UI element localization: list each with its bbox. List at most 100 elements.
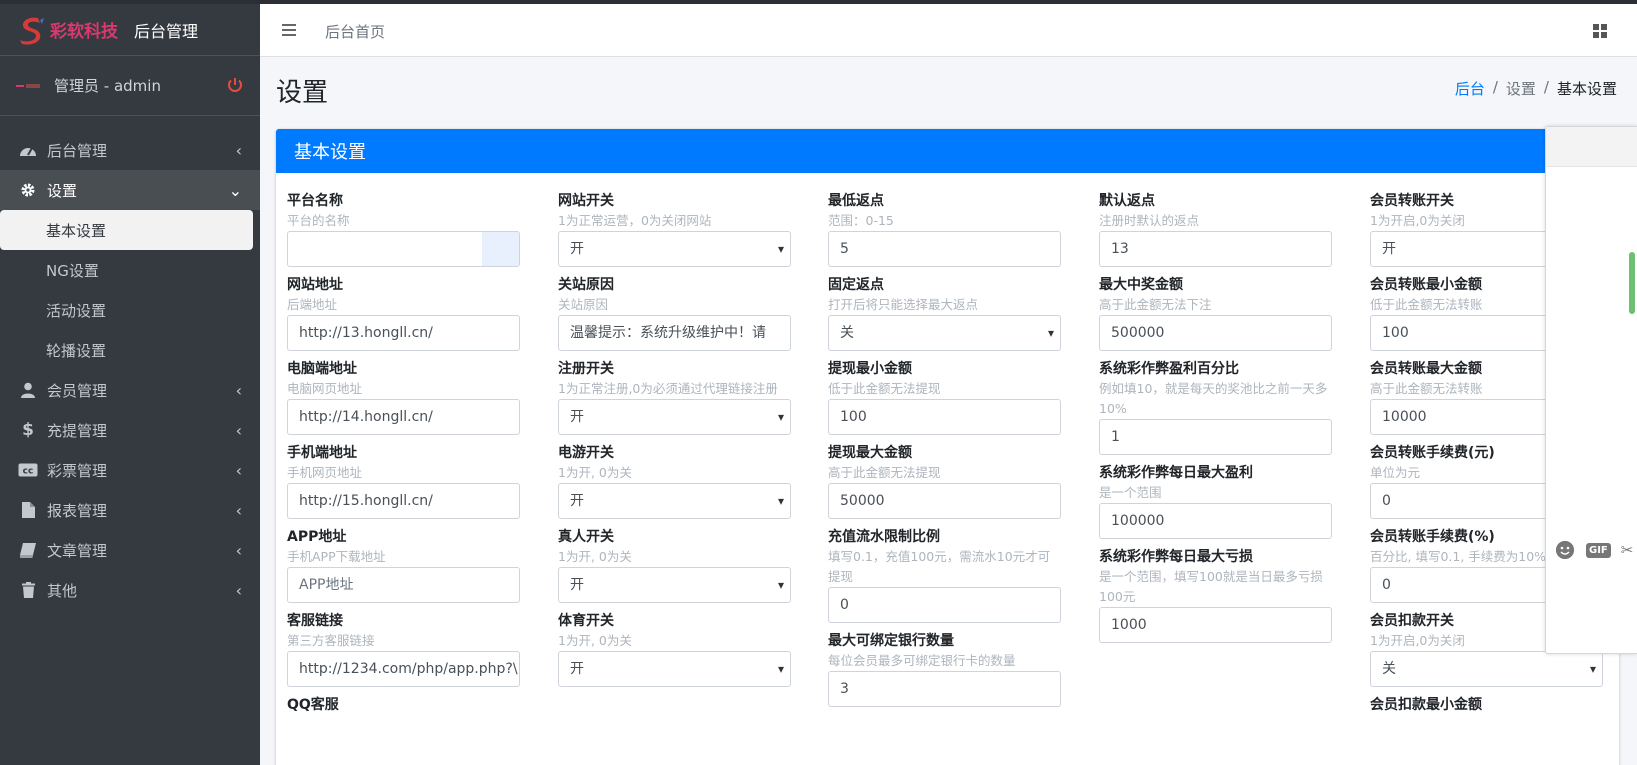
sidebar-item-lottery[interactable]: cc 彩票管理 ‹: [0, 450, 260, 490]
gif-icon[interactable]: GIF: [1586, 542, 1611, 558]
scissors-icon[interactable]: ✂: [1621, 541, 1634, 559]
field-help-text: 后端地址: [287, 297, 338, 312]
field-help-text: 低于此金额无法提现: [828, 381, 941, 396]
sidebar-item-label: 报表管理: [47, 501, 108, 520]
menu-toggle-icon[interactable]: [282, 24, 296, 36]
field-label: 充值流水限制比例: [828, 529, 940, 545]
form-group: 关站原因 关站原因 温馨提示：系统升级维护中！请: [558, 275, 791, 351]
field-label: 最低返点: [828, 193, 884, 209]
select-field[interactable]: 开: [558, 231, 791, 267]
field-help-text: 手机网页地址: [287, 465, 363, 480]
text-field[interactable]: 0: [828, 587, 1061, 623]
text-field[interactable]: 500000: [1099, 315, 1332, 351]
field-label: 会员扣款最小金额: [1370, 697, 1482, 713]
field-label: APP地址: [287, 529, 347, 545]
power-icon[interactable]: [226, 76, 244, 94]
field-help-text: 高于此金额无法下注: [1099, 297, 1212, 312]
text-field[interactable]: 5: [828, 231, 1061, 267]
field-help-text: 1为开, 0为关: [558, 633, 632, 648]
field-label: 平台名称: [287, 193, 343, 209]
breadcrumb-separator: /: [1543, 78, 1549, 96]
text-field[interactable]: 温馨提示：系统升级维护中！请: [558, 315, 791, 351]
breadcrumb-settings[interactable]: 设置: [1506, 78, 1536, 99]
text-field[interactable]: 50000: [828, 483, 1061, 519]
text-field[interactable]: 13: [1099, 231, 1332, 267]
top-navbar: 后台首页: [260, 4, 1637, 57]
form-group: 固定返点 打开后将只能选择最大返点关: [828, 275, 1061, 351]
form-group: 体育开关 1为开, 0为关开: [558, 611, 791, 687]
brand-name: 彩软科技: [50, 22, 118, 42]
form-group: 提现最小金额低于此金额无法提现 100: [828, 359, 1061, 435]
sidebar-item-dashboard[interactable]: 后台管理 ‹: [0, 130, 260, 170]
form-group: 电游开关 1为开, 0为关开: [558, 443, 791, 519]
text-field[interactable]: APP地址: [287, 567, 520, 603]
grid-icon[interactable]: [1593, 24, 1607, 38]
emoji-icon[interactable]: [1556, 541, 1574, 559]
form-group: 网站开关 1为正常运营，0为关闭网站开: [558, 191, 791, 267]
scrollbar[interactable]: [1629, 252, 1635, 314]
form-column: 网站开关1为正常运营，0为关闭网站开关站原因关站原因温馨提示：系统升级维护中！请…: [558, 191, 791, 695]
form-group: 充值流水限制比例填写0.1，充值100元，需流水10元才可提现 0: [828, 527, 1061, 623]
field-help-text: 是一个范围，填写100就是当日最多亏损100元: [1099, 569, 1323, 604]
select-field[interactable]: 关: [1370, 651, 1603, 687]
breadcrumb-current: 基本设置: [1556, 80, 1617, 98]
text-field[interactable]: http://14.hongll.cn/: [287, 399, 520, 435]
sidebar-subitem-carousel-settings[interactable]: 轮播设置: [0, 330, 260, 370]
dashboard-icon: [18, 140, 38, 160]
field-label: 网站地址: [287, 277, 343, 293]
sidebar-item-members[interactable]: 会员管理 ‹: [0, 370, 260, 410]
cc-icon: cc: [18, 460, 38, 480]
field-label: 真人开关: [558, 529, 614, 545]
field-label: 提现最小金额: [828, 361, 912, 377]
select-field[interactable]: 开: [558, 399, 791, 435]
breadcrumb-separator: /: [1492, 78, 1498, 96]
sidebar-item-other[interactable]: 其他 ‹: [0, 570, 260, 610]
sidebar-subitem-activity-settings[interactable]: 活动设置: [0, 290, 260, 330]
form-group: 网站地址后端地址 http://13.hongll.cn/: [287, 275, 520, 351]
chevron-left-icon: ‹: [235, 381, 242, 400]
nav-home-link[interactable]: 后台首页: [325, 21, 385, 42]
text-field[interactable]: http://1234.com/php/app.php?\: [287, 651, 520, 687]
avatar: [16, 81, 40, 91]
breadcrumb: 后台 / 设置 / 基本设置: [1455, 78, 1617, 99]
sidebar-item-settings[interactable]: 设置 ⌄: [0, 170, 260, 210]
floating-chat-panel[interactable]: GIF ✂: [1545, 126, 1637, 654]
field-label: 注册开关: [558, 361, 614, 377]
select-field[interactable]: 开: [558, 651, 791, 687]
text-field[interactable]: 3: [828, 671, 1061, 707]
select-field[interactable]: 开: [558, 567, 791, 603]
user-icon: [18, 380, 38, 400]
sidebar-subitem-ng-settings[interactable]: NG设置: [0, 250, 260, 290]
form-group: 手机端地址 手机网页地址 http://15.hongll.cn/: [287, 443, 520, 519]
text-field[interactable]: 1000: [1099, 607, 1332, 643]
form-column: 默认返点 注册时默认的返点 13 最大中奖金额 高于此金额无法下注 500000 系统彩作弊…: [1099, 191, 1332, 651]
select-field[interactable]: 关: [828, 315, 1061, 351]
text-field[interactable]: http://13.hongll.cn/: [287, 315, 520, 351]
text-field[interactable]: 100: [828, 399, 1061, 435]
field-label: 电游开关: [558, 445, 614, 461]
sidebar-item-articles[interactable]: 文章管理 ‹: [0, 530, 260, 570]
sidebar-subitem-basic-settings[interactable]: 基本设置: [0, 210, 253, 250]
form-group: 系统彩作弊盈利百分比 例如填10，就是每天的奖池比之前一天多10% 1: [1099, 359, 1332, 455]
text-field[interactable]: 1: [1099, 419, 1332, 455]
chevron-left-icon: ‹: [235, 541, 242, 560]
select-field[interactable]: 开: [558, 483, 791, 519]
field-help-text: 填写0.1，充值100元，需流水10元才可提现: [828, 549, 1051, 584]
chevron-left-icon: ‹: [235, 461, 242, 480]
field-help-text: 电脑网页地址: [287, 381, 363, 396]
panel-toolbar: GIF ✂: [1556, 541, 1633, 559]
field-label: 体育开关: [558, 613, 614, 629]
text-field[interactable]: [287, 231, 520, 267]
field-label: 默认返点: [1099, 193, 1155, 209]
breadcrumb-home[interactable]: 后台: [1455, 78, 1485, 99]
text-field[interactable]: 100000: [1099, 503, 1332, 539]
sidebar-item-reports[interactable]: 报表管理 ‹: [0, 490, 260, 530]
brand[interactable]: 彩软科技 后台管理: [0, 4, 260, 56]
field-label: 最大可绑定银行数量: [828, 633, 954, 649]
field-help-text: 是一个范围: [1099, 485, 1162, 500]
form-group: 真人开关 1为开, 0为关开: [558, 527, 791, 603]
sidebar-item-recharge[interactable]: $ 充提管理 ‹: [0, 410, 260, 450]
user-name[interactable]: 管理员 - admin: [54, 75, 161, 96]
gear-icon: [18, 180, 38, 200]
text-field[interactable]: http://15.hongll.cn/: [287, 483, 520, 519]
